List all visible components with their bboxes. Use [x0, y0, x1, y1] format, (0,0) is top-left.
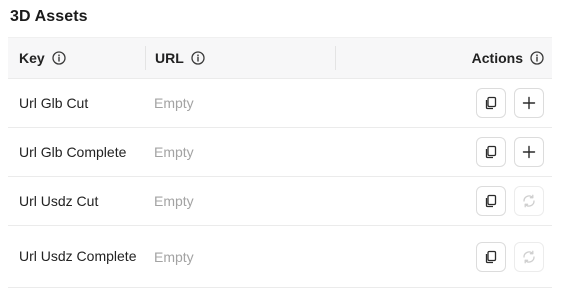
table-row: Url Usdz Complete Empty	[8, 226, 552, 288]
three-d-assets-panel: 3D Assets Key URL Actions Url Glb Cut Em…	[0, 0, 565, 297]
info-icon[interactable]	[52, 51, 66, 65]
copy-button[interactable]	[476, 241, 506, 272]
table-row: Url Glb Complete Empty	[8, 128, 552, 177]
row-actions	[476, 137, 544, 167]
column-divider[interactable]	[335, 46, 336, 70]
column-header-actions: Actions	[472, 38, 544, 78]
spinner-icon	[523, 194, 535, 208]
table-header: Key URL Actions	[8, 37, 552, 79]
row-url-value[interactable]: Empty	[154, 193, 194, 209]
copy-icon	[485, 194, 497, 208]
row-url-value[interactable]: Empty	[154, 144, 194, 160]
column-header-url: URL	[155, 38, 205, 78]
copy-icon	[485, 145, 497, 159]
info-icon[interactable]	[191, 51, 205, 65]
row-key: Url Glb Complete	[19, 143, 127, 160]
row-url-value[interactable]: Empty	[154, 95, 194, 111]
row-key: Url Glb Cut	[19, 94, 89, 111]
plus-icon	[522, 96, 536, 110]
plus-icon	[522, 145, 536, 159]
row-actions	[476, 88, 544, 118]
add-button[interactable]	[514, 137, 544, 167]
copy-button[interactable]	[476, 186, 506, 216]
column-header-key: Key	[19, 38, 66, 78]
copy-button[interactable]	[476, 88, 506, 118]
column-divider[interactable]	[145, 46, 146, 70]
column-header-actions-label: Actions	[471, 50, 523, 66]
row-key: Url Usdz Complete	[19, 248, 137, 264]
spinner-icon	[523, 250, 535, 263]
column-header-key-label: Key	[19, 50, 45, 66]
add-button[interactable]	[514, 88, 544, 118]
table-row: Url Usdz Cut Empty	[8, 177, 552, 226]
copy-icon	[485, 96, 497, 110]
loading-button	[514, 186, 544, 216]
section-title: 3D Assets	[10, 8, 88, 25]
assets-table: Key URL Actions Url Glb Cut Empty Url Gl…	[8, 37, 552, 288]
row-actions	[476, 241, 544, 272]
row-actions	[476, 186, 544, 216]
copy-button[interactable]	[476, 137, 506, 167]
info-icon[interactable]	[530, 51, 544, 65]
loading-button	[514, 241, 544, 272]
row-key: Url Usdz Cut	[19, 192, 99, 209]
table-row: Url Glb Cut Empty	[8, 79, 552, 128]
copy-icon	[485, 250, 497, 263]
column-header-url-label: URL	[155, 50, 184, 66]
row-url-value[interactable]: Empty	[154, 249, 194, 265]
